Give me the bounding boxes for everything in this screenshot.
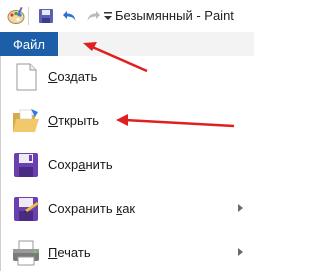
window-title: Безымянный - Paint: [115, 8, 234, 23]
menu-item-print[interactable]: Печать: [1, 232, 255, 276]
save-as-icon: [11, 194, 41, 224]
toolbar-separator: [28, 7, 29, 25]
menu-item-open[interactable]: Открыть: [1, 100, 255, 144]
menu-item-save[interactable]: Сохранить: [1, 144, 255, 188]
customize-toolbar-icon[interactable]: [104, 6, 112, 26]
file-menu: Создать Открыть Сохранить Сохранить как …: [0, 56, 255, 271]
undo-icon[interactable]: [62, 6, 78, 26]
menu-item-save-as[interactable]: Сохранить как: [1, 188, 255, 232]
paint-app-icon[interactable]: [6, 6, 26, 26]
menu-item-label: Создать: [48, 69, 98, 84]
menu-item-new[interactable]: Создать: [1, 56, 255, 100]
menu-item-label: Печать: [48, 245, 91, 260]
save-disk-icon: [11, 150, 41, 180]
submenu-arrow-icon: [238, 204, 243, 212]
save-icon[interactable]: [38, 6, 54, 26]
redo-icon[interactable]: [85, 6, 101, 26]
file-tab[interactable]: Файл: [0, 32, 58, 56]
menu-item-label: Открыть: [48, 113, 100, 128]
title-bar: Безымянный - Paint: [0, 0, 254, 33]
submenu-arrow-icon: [238, 248, 243, 256]
printer-icon: [11, 238, 41, 268]
new-document-icon: [11, 62, 41, 92]
menu-item-label: Сохранить как: [48, 201, 136, 216]
open-folder-icon: [11, 106, 41, 136]
menu-item-label: Сохранить: [48, 157, 113, 172]
